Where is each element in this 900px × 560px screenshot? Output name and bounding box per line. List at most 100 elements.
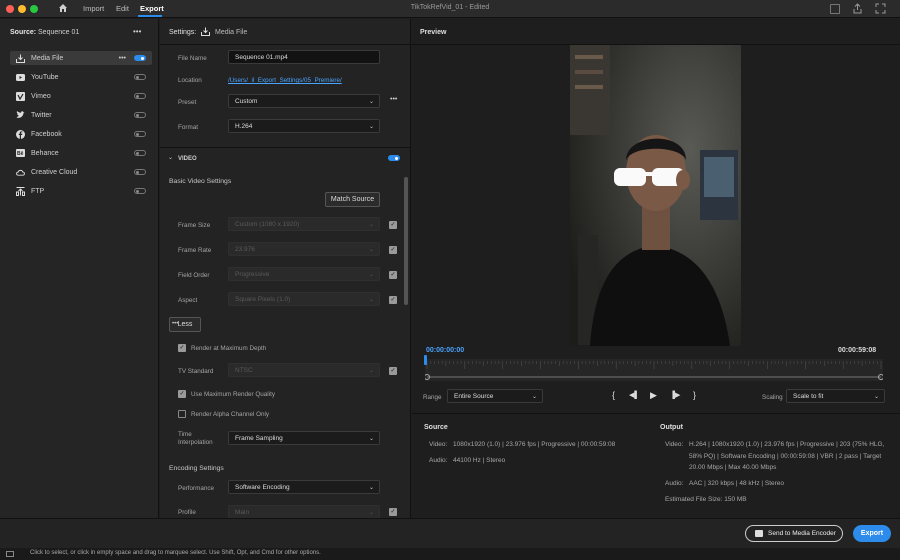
field-order-checkbox[interactable]: ✓ bbox=[389, 271, 397, 279]
profile-value: Main bbox=[235, 509, 250, 516]
fullscreen-icon[interactable] bbox=[875, 3, 886, 14]
video-section-title[interactable]: VIDEO bbox=[178, 156, 197, 162]
render-alpha-checkbox[interactable] bbox=[178, 410, 186, 418]
ftp-toggle[interactable] bbox=[134, 188, 146, 194]
export-button[interactable]: Export bbox=[853, 525, 891, 542]
preset-select[interactable]: Custom ⌄ bbox=[228, 94, 380, 108]
time-interpolation-select[interactable]: Frame Sampling ⌄ bbox=[228, 431, 380, 445]
destination-vimeo[interactable]: Vimeo bbox=[10, 89, 152, 103]
chevron-down-icon: ⌄ bbox=[368, 485, 374, 491]
match-source-button[interactable]: Match Source bbox=[325, 192, 380, 207]
settings-scrollbar[interactable] bbox=[404, 177, 408, 305]
step-forward-button[interactable]: ▐▶ bbox=[670, 391, 680, 399]
location-label: Location bbox=[178, 77, 202, 84]
destination-label: FTP bbox=[31, 187, 45, 195]
panel-toggle-icon[interactable] bbox=[6, 551, 14, 557]
playhead-handle[interactable] bbox=[424, 355, 427, 365]
tv-standard-checkbox[interactable]: ✓ bbox=[389, 367, 397, 375]
destination-label: Creative Cloud bbox=[31, 168, 78, 176]
range-label: Range bbox=[423, 394, 442, 401]
aspect-select[interactable]: Square Pixels (1.0) ⌄ bbox=[228, 292, 380, 306]
performance-select[interactable]: Software Encoding ⌄ bbox=[228, 480, 380, 494]
frame-size-value: Custom (1080 x 1920) bbox=[235, 221, 300, 228]
frame-rate-checkbox[interactable]: ✓ bbox=[389, 246, 397, 254]
source-video-label: Video: bbox=[429, 441, 448, 448]
frame-rate-select[interactable]: 23.976 ⌄ bbox=[228, 242, 380, 256]
send-to-media-encoder-label: Send to Media Encoder bbox=[768, 530, 836, 537]
chevron-down-icon: ⌄ bbox=[368, 272, 374, 278]
video-toggle[interactable] bbox=[388, 155, 400, 161]
destination-twitter[interactable]: Twitter bbox=[10, 108, 152, 122]
less-button-label: Less bbox=[177, 321, 193, 328]
source-panel: Source: Sequence 01 ••• Media File ••• Y… bbox=[0, 19, 159, 518]
profile-checkbox[interactable]: ✓ bbox=[389, 508, 397, 516]
location-link[interactable]: /Users/_il_Export_Settings/05_Premiere/ bbox=[228, 77, 342, 84]
youtube-toggle[interactable] bbox=[134, 74, 146, 80]
render-max-depth-checkbox[interactable]: ✓ bbox=[178, 344, 186, 352]
share-icon[interactable] bbox=[852, 3, 863, 14]
frame-size-checkbox[interactable]: ✓ bbox=[389, 221, 397, 229]
destination-creative-cloud[interactable]: Creative Cloud bbox=[10, 165, 152, 179]
field-order-select[interactable]: Progressive ⌄ bbox=[228, 267, 380, 281]
render-alpha-label: Render Alpha Channel Only bbox=[191, 411, 270, 418]
source-label: Source: bbox=[10, 29, 37, 36]
destination-facebook[interactable]: Facebook bbox=[10, 127, 152, 141]
send-to-media-encoder-button[interactable]: Send to Media Encoder bbox=[745, 525, 843, 542]
destination-youtube[interactable]: YouTube bbox=[10, 70, 152, 84]
destination-label: YouTube bbox=[31, 73, 59, 81]
media-file-toggle[interactable] bbox=[134, 55, 146, 61]
nav-export[interactable]: Export bbox=[140, 4, 164, 13]
render-max-depth-label: Render at Maximum Depth bbox=[191, 345, 267, 352]
timeline-track[interactable] bbox=[424, 359, 884, 381]
destination-more-button[interactable]: ••• bbox=[119, 55, 126, 62]
creative-cloud-toggle[interactable] bbox=[134, 169, 146, 175]
media-file-icon bbox=[16, 54, 25, 63]
destination-behance[interactable]: Bē Behance bbox=[10, 146, 152, 160]
minimize-window-button[interactable] bbox=[18, 5, 26, 13]
preset-more-button[interactable]: ••• bbox=[390, 96, 397, 103]
chevron-down-icon: ⌄ bbox=[368, 510, 374, 516]
preview-heading: Preview bbox=[420, 29, 447, 36]
scaling-select[interactable]: Scale to fit ⌄ bbox=[786, 389, 885, 403]
behance-toggle[interactable] bbox=[134, 150, 146, 156]
collapse-chevron-icon[interactable]: ⌄ bbox=[168, 154, 173, 161]
file-name-input[interactable]: Sequence 01.mp4 bbox=[228, 50, 380, 64]
home-icon[interactable] bbox=[58, 3, 68, 13]
media-file-icon bbox=[201, 27, 210, 36]
settings-heading: Settings: bbox=[169, 29, 197, 36]
format-select[interactable]: H.264 ⌄ bbox=[228, 119, 380, 133]
max-render-quality-checkbox[interactable]: ✓ bbox=[178, 390, 186, 398]
output-video-line-3: 20.00 Mbps | Max 40.00 Mbps bbox=[689, 464, 777, 471]
aspect-checkbox[interactable]: ✓ bbox=[389, 296, 397, 304]
nav-import[interactable]: Import bbox=[83, 4, 104, 13]
profile-select[interactable]: Main ⌄ bbox=[228, 505, 380, 518]
chevron-down-icon: ⌄ bbox=[531, 394, 537, 400]
video-preview bbox=[570, 45, 741, 346]
frame-size-select[interactable]: Custom (1080 x 1920) ⌄ bbox=[228, 217, 380, 231]
timecode-start: 00:00:00:00 bbox=[426, 347, 465, 354]
workspace-icon[interactable] bbox=[830, 4, 840, 14]
facebook-icon bbox=[16, 129, 25, 139]
facebook-toggle[interactable] bbox=[134, 131, 146, 137]
nav-edit[interactable]: Edit bbox=[116, 4, 129, 13]
maximize-window-button[interactable] bbox=[30, 5, 38, 13]
destination-label: Vimeo bbox=[31, 92, 51, 100]
behance-icon: Bē bbox=[16, 149, 25, 158]
creative-cloud-icon bbox=[16, 168, 25, 177]
source-sequence: Sequence 01 bbox=[38, 29, 80, 36]
source-header: Source: Sequence 01 bbox=[10, 29, 79, 36]
play-button[interactable]: ▶ bbox=[650, 390, 657, 401]
destination-media-file[interactable]: Media File ••• bbox=[10, 51, 152, 65]
close-window-button[interactable] bbox=[6, 5, 14, 13]
mark-in-button[interactable]: { bbox=[612, 390, 615, 400]
vimeo-toggle[interactable] bbox=[134, 93, 146, 99]
step-back-button[interactable]: ◀▌ bbox=[629, 391, 639, 399]
twitter-toggle[interactable] bbox=[134, 112, 146, 118]
tv-standard-select[interactable]: NTSC ⌄ bbox=[228, 363, 380, 377]
range-select[interactable]: Entire Source ⌄ bbox=[447, 389, 543, 403]
video-frame-image bbox=[570, 45, 741, 346]
title-bar: Import Edit Export TikTokRefVid_01 - Edi… bbox=[0, 0, 900, 18]
source-more-button[interactable]: ••• bbox=[133, 27, 141, 36]
mark-out-button[interactable]: } bbox=[693, 390, 696, 400]
destination-ftp[interactable]: FTP bbox=[10, 184, 152, 198]
